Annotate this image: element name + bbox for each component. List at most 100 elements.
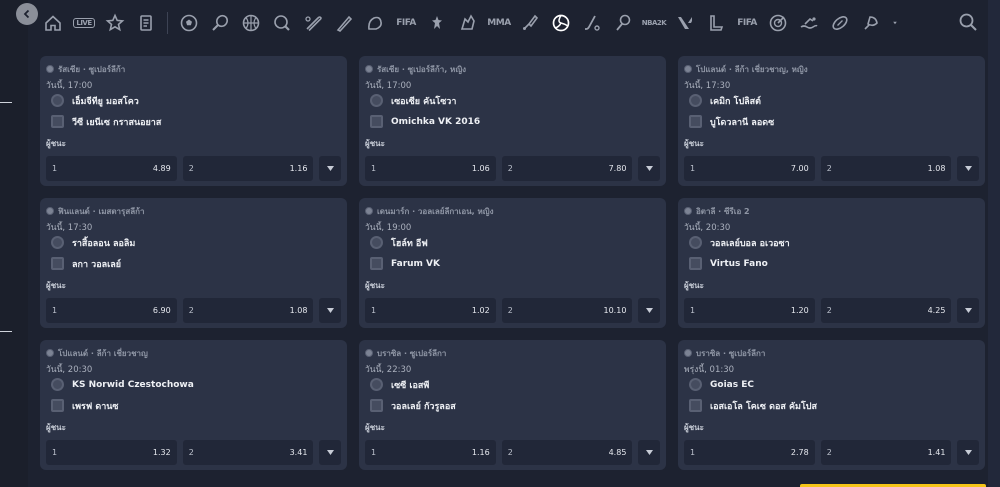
match-card[interactable]: ฟินแลนด์ · เมสตารุสลีก้า วันนี้, 17:30 ราส… [40, 198, 347, 328]
odd-button-home[interactable]: 1 4.89 [46, 156, 177, 181]
search-icon[interactable] [958, 12, 978, 32]
team-logo-icon [51, 94, 64, 107]
counter-strike-icon[interactable] [424, 8, 450, 38]
match-card[interactable]: เดนมาร์ก · วอลเลย์ลีกาเอน, หญิง วันนี้, 1… [359, 198, 666, 328]
more-markets-button[interactable] [638, 440, 660, 465]
more-markets-button[interactable] [957, 156, 979, 181]
team2-name: วีซี เยนีเซ กราสนอยาส [72, 117, 162, 128]
volta-fifa-icon[interactable]: FIFA [734, 8, 760, 38]
home-icon[interactable] [40, 8, 66, 38]
team-logo-icon [370, 94, 383, 107]
swimming-icon[interactable] [796, 8, 822, 38]
odd-button-away[interactable]: 2 4.25 [820, 298, 952, 323]
more-markets-button[interactable] [957, 298, 979, 323]
more-sports-icon[interactable] [858, 8, 884, 38]
sports-nav-bar: LIVE FIFA MMA NBA2K FIFA [28, 0, 988, 46]
chevron-down-icon [645, 308, 653, 313]
pingpong-icon[interactable] [269, 8, 295, 38]
match-card[interactable]: อิตาลี · ซีรีเอ 2 วันนี้, 20:30 วอลเลย์บอล… [678, 198, 985, 328]
match-card[interactable]: บราซิล · ซูเปอร์ลีกา วันนี้, 22:30 เซซี เอ… [359, 340, 666, 470]
odd-home-label: 1 [52, 164, 58, 173]
more-markets-button[interactable] [957, 440, 979, 465]
odd-button-home[interactable]: 1 1.32 [46, 440, 177, 465]
odd-button-away[interactable]: 2 1.08 [820, 156, 952, 181]
team-logo-icon [689, 399, 702, 412]
match-card[interactable]: รัสเซีย · ซูเปอร์ลีก้า วันนี้, 17:00 เอ็มจ… [40, 56, 347, 186]
match-date: พรุ่งนี้, 01:30 [684, 365, 735, 375]
team2-name: บูโดวลานี ลอดซ [710, 117, 775, 128]
star-icon[interactable] [102, 8, 128, 38]
fifa-icon[interactable]: FIFA [393, 8, 419, 38]
league-name: บราซิล · ซูเปอร์ลีกา [696, 348, 766, 358]
odd-button-away[interactable]: 2 1.41 [820, 440, 952, 465]
more-markets-button[interactable] [638, 298, 660, 323]
league-row: บราซิล · ซูเปอร์ลีกา [684, 346, 979, 360]
odd-button-home[interactable]: 1 2.78 [684, 440, 815, 465]
odd-home-label: 1 [371, 164, 377, 173]
odd-button-away[interactable]: 2 4.85 [501, 440, 633, 465]
left-rail [0, 0, 28, 487]
odd-button-home[interactable]: 1 1.16 [365, 440, 496, 465]
odd-away-value: 4.25 [927, 306, 946, 315]
odd-button-away[interactable]: 2 3.41 [182, 440, 314, 465]
volleyball-icon[interactable] [548, 8, 574, 38]
live-icon[interactable]: LIVE [71, 8, 97, 38]
rugby-icon[interactable] [827, 8, 853, 38]
chevron-down-icon [326, 166, 334, 171]
odd-button-home[interactable]: 1 1.02 [365, 298, 496, 323]
odd-button-away[interactable]: 2 1.08 [182, 298, 314, 323]
odd-home-value: 1.20 [790, 306, 809, 315]
league-of-legends-icon[interactable] [703, 8, 729, 38]
league-row: อิตาลี · ซีรีเอ 2 [684, 204, 979, 218]
odd-away-label: 2 [826, 306, 832, 315]
odd-button-home[interactable]: 1 1.06 [365, 156, 496, 181]
more-markets-button[interactable] [319, 156, 341, 181]
team2-name: ลกา วอลเลย์ [72, 259, 121, 270]
chevron-down-icon [964, 166, 972, 171]
chevron-down-icon [964, 450, 972, 455]
mma-icon[interactable]: MMA [486, 8, 512, 38]
soccer-icon[interactable] [176, 8, 202, 38]
odd-button-home[interactable]: 1 1.20 [684, 298, 815, 323]
league-flag-icon [46, 65, 54, 73]
hockey-icon[interactable] [579, 8, 605, 38]
more-markets-button[interactable] [319, 298, 341, 323]
valorant-icon[interactable] [672, 8, 698, 38]
nba2k-icon[interactable]: NBA2K [641, 8, 667, 38]
cricket-icon[interactable] [331, 8, 357, 38]
odd-home-label: 1 [371, 448, 377, 457]
league-row: รัสเซีย · ซูเปอร์ลีก้า, หญิง [365, 62, 660, 76]
odd-button-away[interactable]: 2 7.80 [501, 156, 633, 181]
team1-name: เอ็มจีทียู มอสโคว [72, 96, 139, 107]
more-markets-button[interactable] [319, 440, 341, 465]
team1-name: Goias EC [710, 379, 754, 390]
odd-button-home[interactable]: 1 7.00 [684, 156, 815, 181]
market-label: ผู้ชนะ [365, 139, 385, 148]
league-name: อิตาลี · ซีรีเอ 2 [696, 206, 750, 216]
collapse-sidebar-button[interactable] [16, 3, 38, 25]
league-name: โปแลนด์ · ลีก้า เชี่ยวชาญ, หญิง [696, 64, 808, 74]
match-card[interactable]: โปแลนด์ · ลีก้า เชี่ยวชาญ, หญิง วันนี้, 1… [678, 56, 985, 186]
team2-name: Farum VK [391, 258, 440, 269]
baseball-icon[interactable] [300, 8, 326, 38]
dota-icon[interactable] [455, 8, 481, 38]
match-card[interactable]: โปแลนด์ · ลีก้า เชี่ยวชาญ วันนี้, 20:30 KS… [40, 340, 347, 470]
basketball-icon[interactable] [238, 8, 264, 38]
more-markets-button[interactable] [638, 156, 660, 181]
odd-away-label: 2 [826, 164, 832, 173]
dropdown-caret-icon[interactable] [889, 8, 901, 38]
match-date: วันนี้, 22:30 [365, 365, 412, 375]
esports-icon[interactable] [362, 8, 388, 38]
tennis-icon[interactable] [207, 8, 233, 38]
scrollbar[interactable] [988, 0, 1000, 487]
odd-button-home[interactable]: 1 6.90 [46, 298, 177, 323]
match-card[interactable]: รัสเซีย · ซูเปอร์ลีก้า, หญิง วันนี้, 17:0… [359, 56, 666, 186]
betslip-icon[interactable] [133, 8, 159, 38]
rail-marker [0, 102, 12, 103]
handball-icon[interactable] [610, 8, 636, 38]
match-card[interactable]: บราซิล · ซูเปอร์ลีกาพรุ่งนี้, 01:30 Goias… [678, 340, 985, 470]
odd-button-away[interactable]: 2 1.16 [182, 156, 314, 181]
darts-icon[interactable] [765, 8, 791, 38]
badminton-icon[interactable] [517, 8, 543, 38]
odd-button-away[interactable]: 2 10.10 [501, 298, 633, 323]
